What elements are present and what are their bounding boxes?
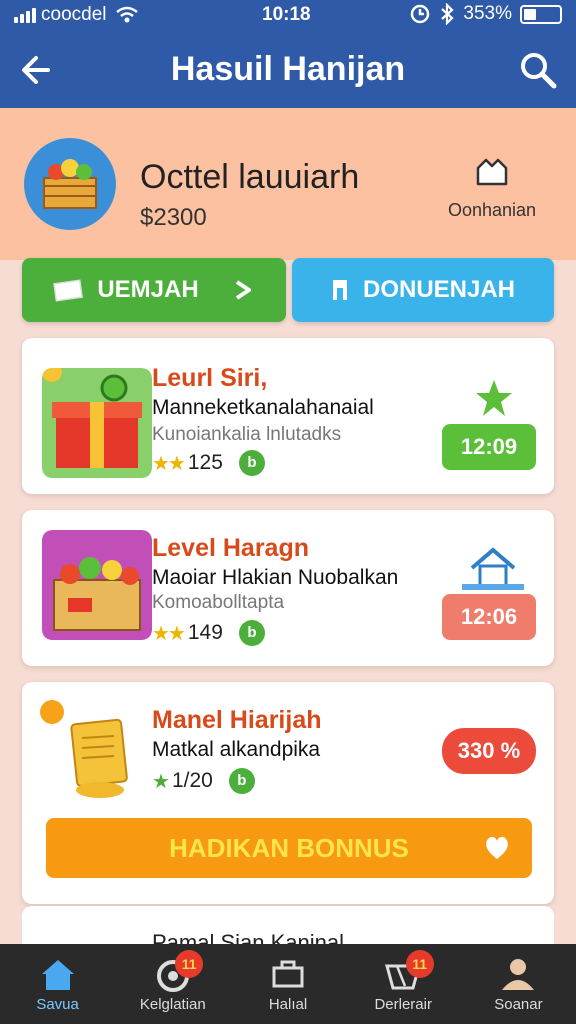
nav-label: Halıal [268,996,308,1013]
home-icon [41,960,74,990]
nav-item-halial[interactable]: Halıal [230,944,345,1024]
donuenjah-button[interactable]: DONUENJAH [292,258,554,322]
nav-label: Soanar [494,996,543,1013]
card-subtitle: Manneketkanalahanaial [152,396,374,419]
card-title: Level Haragn [152,534,310,562]
discount-badge: 330 % [442,728,536,774]
clock: 10:18 [262,4,311,25]
card-title: Leurl Siri, [152,364,268,392]
star-icon: ★★ [152,622,186,645]
star-icon: ★ [152,770,170,793]
list-item[interactable]: Level Haragn Maoiar Hlakian Nuobalkan Ko… [22,510,554,666]
play-store-icon: b [228,768,255,794]
nav-item-soanar[interactable]: Soanar [461,944,576,1024]
time-badge: 12:09 [442,424,536,470]
sync-icon [411,4,430,24]
document-coins-icon [40,700,128,798]
rating-value: 125 [187,451,223,474]
card-title: Manel Hiarijah [152,706,322,734]
nav-label: Kelglatian [139,996,206,1013]
card-rating: ★★ 125 b [152,450,265,476]
nav-label: Savua [36,996,79,1013]
bluetooth-icon [441,3,454,25]
card-rating: ★ 1/20 b [152,768,255,794]
shop-logo [24,138,116,230]
card-description: Kunoiankalia lnlutadks [152,424,342,445]
shop-price: $2300 [140,204,207,231]
play-store-icon: b [238,450,265,476]
rating-value: 149 [187,621,223,644]
battery-percent: 353% [463,3,512,24]
signal-icon [14,7,36,23]
uemjah-button[interactable]: UEMJAH [22,258,286,322]
carrier-name: coocdel [41,4,107,25]
bottom-navigation: Savua 11 Kelglatian Halıal 11 Derlerair … [0,944,576,1024]
document-icon [332,280,347,300]
bell-icon [476,158,508,186]
bonus-button[interactable]: HADIKAN BONNUS [46,818,532,878]
nav-item-derlerair[interactable]: 11 Derlerair [346,944,461,1024]
wifi-icon [115,6,138,23]
notification-badge: 11 [175,950,204,978]
card-subtitle: Maoiar Hlakian Nuobalkan [152,566,399,589]
envelope-icon [53,279,84,302]
app-bar: Hasuil Hanijan [0,30,576,108]
star-icon [476,380,512,416]
uemjah-label: UEMJAH [97,276,199,303]
donuenjah-label: DONUENJAH [362,276,515,303]
rating-value: 1/20 [171,769,213,792]
star-icon: ★★ [152,452,186,475]
notification-button[interactable]: Oonhanian [432,150,552,221]
battery-icon [520,4,562,24]
list-item[interactable]: Manel Hiarijah Matkal alkandpika ★ 1/20 … [22,682,554,904]
chevron-right-icon [235,280,251,300]
shop-header: Octtel lauuiarh $2300 Oonhanian [0,108,576,260]
gift-basket-icon [43,159,97,209]
search-icon[interactable] [516,48,560,92]
notification-badge: 11 [405,950,434,978]
status-bar: coocdel 10:18 353% [0,0,576,30]
house-icon [462,544,524,592]
bonus-label: HADIKAN BONNUS [169,832,409,863]
profile-icon [502,959,535,990]
card-subtitle: Matkal alkandpika [152,738,321,761]
notification-label: Oonhanian [447,200,537,220]
card-rating: ★★ 149 b [152,620,265,646]
heart-icon [486,836,508,859]
gift-box-icon [42,368,152,478]
shop-name: Octtel lauuiarh [140,158,360,196]
play-store-icon: b [238,620,265,646]
cart-icon [272,960,304,988]
card-description: Komoabolltapta [152,592,285,613]
list-item[interactable]: Leurl Siri, Manneketkanalahanaial Kunoia… [22,338,554,494]
nav-item-kelglatian[interactable]: 11 Kelglatian [115,944,230,1024]
page-title: Hasuil Hanijan [170,50,406,88]
nav-label: Derlerair [374,996,432,1013]
nav-item-savua[interactable]: Savua [0,944,115,1024]
time-badge: 12:06 [442,594,536,640]
fruit-crate-icon [42,530,152,640]
